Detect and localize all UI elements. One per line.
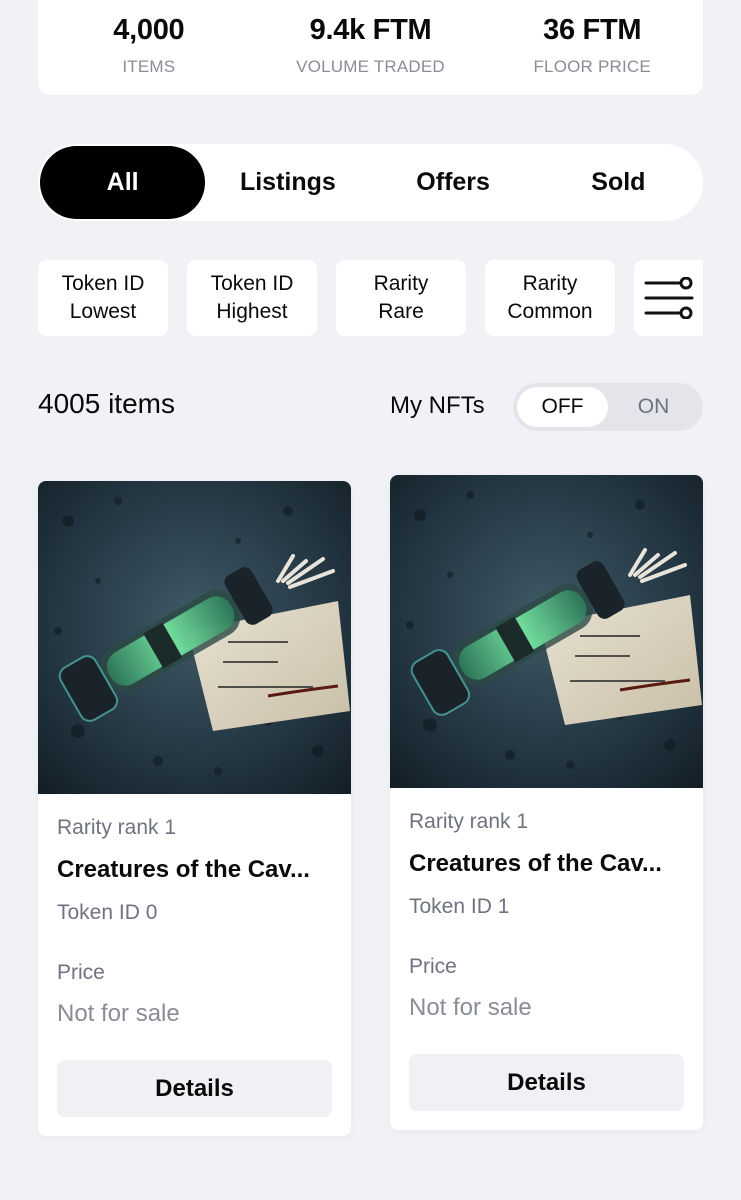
chip-label-line2: Common <box>507 300 593 323</box>
stat-label: VOLUME TRADED <box>296 57 445 76</box>
token-id: Token ID 0 <box>57 901 158 924</box>
rarity-rank: Rarity rank 1 <box>57 816 177 839</box>
tab-listings[interactable]: Listings <box>205 146 370 219</box>
price-value: Not for sale <box>409 994 532 1021</box>
sort-token-id-lowest-chip[interactable]: Token ID Lowest <box>38 260 168 336</box>
my-nfts-label: My NFTs <box>390 392 485 419</box>
tab-offers[interactable]: Offers <box>371 146 536 219</box>
details-button[interactable]: Details <box>409 1054 684 1111</box>
item-count: 4005 items <box>38 388 175 419</box>
collection-stats: 4,000 ITEMS 9.4k FTM VOLUME TRADED 36 FT… <box>38 0 703 95</box>
toggle-off-option[interactable]: OFF <box>517 387 608 427</box>
stat-floor-price: 36 FTM FLOOR PRICE <box>481 0 703 95</box>
price-value: Not for sale <box>57 1000 180 1027</box>
activity-tabs: All Listings Offers Sold <box>38 144 703 221</box>
price-label: Price <box>409 955 457 978</box>
stat-value: 4,000 <box>113 14 185 46</box>
filter-settings-button[interactable] <box>634 260 703 336</box>
nft-name: Creatures of the Cav... <box>409 850 662 877</box>
stat-items: 4,000 ITEMS <box>38 0 260 95</box>
chip-label-line2: Rare <box>378 300 424 323</box>
sort-token-id-highest-chip[interactable]: Token ID Highest <box>187 260 317 336</box>
sort-rarity-rare-chip[interactable]: Rarity Rare <box>336 260 466 336</box>
nft-card[interactable]: Rarity rank 1 Creatures of the Cav... To… <box>38 481 351 1136</box>
my-nfts-toggle[interactable]: OFF ON <box>513 383 703 431</box>
price-label: Price <box>57 961 105 984</box>
chip-label-line1: Token ID <box>210 272 294 295</box>
chip-label-line1: Rarity <box>522 272 578 295</box>
nft-name: Creatures of the Cav... <box>57 856 310 883</box>
stat-label: ITEMS <box>122 57 176 76</box>
details-button[interactable]: Details <box>57 1060 332 1117</box>
chip-label-line1: Token ID <box>61 272 145 295</box>
chip-label-line1: Rarity <box>373 272 429 295</box>
token-id: Token ID 1 <box>409 895 510 918</box>
sliders-icon <box>644 277 694 319</box>
nft-image[interactable] <box>390 475 703 788</box>
nft-image[interactable] <box>38 481 351 794</box>
rarity-rank: Rarity rank 1 <box>409 810 529 833</box>
toggle-on-option[interactable]: ON <box>608 387 699 427</box>
chip-label-line2: Highest <box>216 300 288 323</box>
stat-volume: 9.4k FTM VOLUME TRADED <box>260 0 482 95</box>
stat-label: FLOOR PRICE <box>533 57 651 76</box>
sort-rarity-common-chip[interactable]: Rarity Common <box>485 260 615 336</box>
nft-card[interactable]: Rarity rank 1 Creatures of the Cav... To… <box>390 475 703 1130</box>
stat-value: 36 FTM <box>543 14 642 46</box>
sort-filter-chips: Token ID Lowest Token ID Highest Rarity … <box>38 260 703 336</box>
tab-all[interactable]: All <box>40 146 206 219</box>
tab-sold[interactable]: Sold <box>536 146 701 219</box>
stat-value: 9.4k FTM <box>309 14 432 46</box>
chip-label-line2: Lowest <box>69 300 137 323</box>
